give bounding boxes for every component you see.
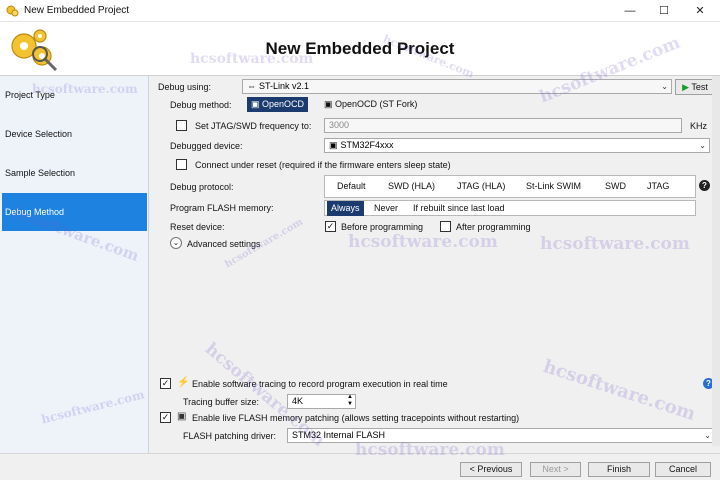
- debugged-device-dropdown[interactable]: ▣ STM32F4xxx ⌄: [324, 138, 710, 153]
- debug-settings-panel: Debug using: ⇔ ST-Link v2.1 ⌄ ▶ Test Debu…: [150, 76, 720, 453]
- chevron-down-icon: ⌄: [661, 82, 668, 91]
- advanced-settings-toggle[interactable]: Advanced settings: [187, 239, 261, 249]
- debug-protocol-label: Debug protocol:: [170, 182, 234, 192]
- flash-patching-driver-dropdown[interactable]: STM32 Internal FLASH ⌄: [287, 428, 715, 443]
- app-icon: [6, 5, 19, 17]
- wizard-sidebar: Project Type Device Selection Sample Sel…: [0, 76, 149, 453]
- reset-device-label: Reset device:: [170, 222, 225, 232]
- chevron-down-circle-icon[interactable]: ⌄: [170, 237, 182, 249]
- chip-icon: ▣: [329, 140, 338, 150]
- software-tracing-label: Enable software tracing to record progra…: [192, 379, 448, 389]
- live-flash-patching-checkbox[interactable]: ✓: [160, 412, 171, 423]
- play-icon: ▶: [682, 82, 690, 92]
- protocol-option-jtag[interactable]: JTAG: [643, 179, 673, 194]
- sidebar-item-debug-method[interactable]: Debug Method: [2, 193, 147, 231]
- page-title: New Embedded Project: [265, 39, 455, 58]
- chevron-down-icon: ⌄: [704, 431, 711, 440]
- live-flash-patching-label: Enable live FLASH memory patching (allow…: [192, 413, 520, 423]
- debug-using-label: Debug using:: [158, 82, 212, 92]
- title-bar: New Embedded Project — ☐ ✕: [0, 0, 720, 22]
- vertical-scrollbar[interactable]: [712, 76, 720, 446]
- method-option-openocd-label: OpenOCD: [262, 99, 305, 109]
- spinner-arrows-icon: ▲ ▼: [347, 394, 353, 407]
- protocol-option-jtag-hla[interactable]: JTAG (HLA): [453, 179, 509, 194]
- debug-method-label: Debug method:: [170, 100, 232, 110]
- debugged-device-label: Debugged device:: [170, 141, 243, 151]
- tracing-buffer-value: 4K: [292, 396, 304, 406]
- flash-patching-driver-value: STM32 Internal FLASH: [292, 430, 386, 440]
- chip-icon: ▣: [177, 411, 187, 422]
- chevron-down-icon: ⌄: [699, 141, 706, 150]
- sidebar-item-project-type[interactable]: Project Type: [2, 76, 147, 114]
- debugged-device-value: STM32F4xxx: [340, 140, 394, 150]
- software-tracing-checkbox[interactable]: ✓: [160, 378, 171, 389]
- help-icon[interactable]: ?: [699, 180, 710, 191]
- protocol-option-default[interactable]: Default: [333, 179, 370, 194]
- flash-option-never[interactable]: Never: [370, 201, 402, 216]
- debug-using-value: ST-Link v2.1: [259, 81, 310, 91]
- connect-under-reset-label: Connect under reset (required if the fir…: [195, 160, 451, 170]
- jtag-frequency-checkbox[interactable]: [176, 120, 187, 131]
- close-button[interactable]: ✕: [683, 0, 717, 22]
- reset-after-label: After programming: [456, 222, 531, 232]
- jtag-frequency-label: Set JTAG/SWD frequency to:: [195, 121, 312, 131]
- flash-option-if-rebuilt[interactable]: If rebuilt since last load: [409, 201, 509, 216]
- tracing-buffer-label: Tracing buffer size:: [183, 397, 260, 407]
- chip-icon: ▣: [324, 99, 333, 109]
- flash-option-always[interactable]: Always: [327, 201, 364, 216]
- jtag-frequency-unit: KHz: [690, 121, 708, 131]
- flash-patching-driver-label: FLASH patching driver:: [183, 431, 277, 441]
- cancel-button[interactable]: Cancel: [655, 462, 711, 477]
- protocol-option-swd-hla[interactable]: SWD (HLA): [384, 179, 439, 194]
- reset-after-checkbox[interactable]: [440, 221, 451, 232]
- chip-icon: ▣: [251, 99, 260, 109]
- protocol-option-stlink-swim[interactable]: St-Link SWIM: [522, 179, 585, 194]
- lightning-icon: ⚡: [177, 377, 190, 388]
- sidebar-item-sample-selection[interactable]: Sample Selection: [2, 154, 147, 192]
- maximize-button[interactable]: ☐: [647, 0, 681, 22]
- program-flash-label: Program FLASH memory:: [170, 203, 274, 213]
- reset-before-checkbox[interactable]: ✓: [325, 221, 336, 232]
- connect-under-reset-checkbox[interactable]: [176, 159, 187, 170]
- wizard-footer: < Previous Next > Finish Cancel: [0, 453, 720, 480]
- test-button[interactable]: ▶ Test: [675, 79, 715, 95]
- protocol-option-swd[interactable]: SWD: [601, 179, 630, 194]
- finish-button[interactable]: Finish: [588, 462, 650, 477]
- debug-using-dropdown[interactable]: ⇔ ST-Link v2.1 ⌄: [242, 79, 672, 94]
- next-button[interactable]: Next >: [530, 462, 581, 477]
- minimize-button[interactable]: —: [613, 0, 647, 22]
- program-flash-selector: Always Never If rebuilt since last load: [324, 200, 696, 216]
- sidebar-item-device-selection[interactable]: Device Selection: [2, 115, 147, 153]
- debug-protocol-selector: Default SWD (HLA) JTAG (HLA) St-Link SWI…: [324, 175, 696, 198]
- usb-icon: ⇔: [247, 81, 256, 91]
- tracing-buffer-spinner[interactable]: 4K ▲ ▼: [287, 394, 356, 409]
- jtag-frequency-input[interactable]: 3000: [324, 118, 682, 133]
- method-option-openocd-st-fork[interactable]: ▣ OpenOCD (ST Fork): [320, 97, 421, 112]
- test-button-label: Test: [691, 82, 708, 92]
- wizard-header: New Embedded Project: [0, 22, 720, 76]
- reset-before-label: Before programming: [341, 222, 424, 232]
- method-option-openocd[interactable]: ▣ OpenOCD: [247, 97, 309, 112]
- previous-button[interactable]: < Previous: [460, 462, 522, 477]
- method-option-openocd-st-fork-label: OpenOCD (ST Fork): [335, 99, 418, 109]
- window-title: New Embedded Project: [24, 5, 130, 16]
